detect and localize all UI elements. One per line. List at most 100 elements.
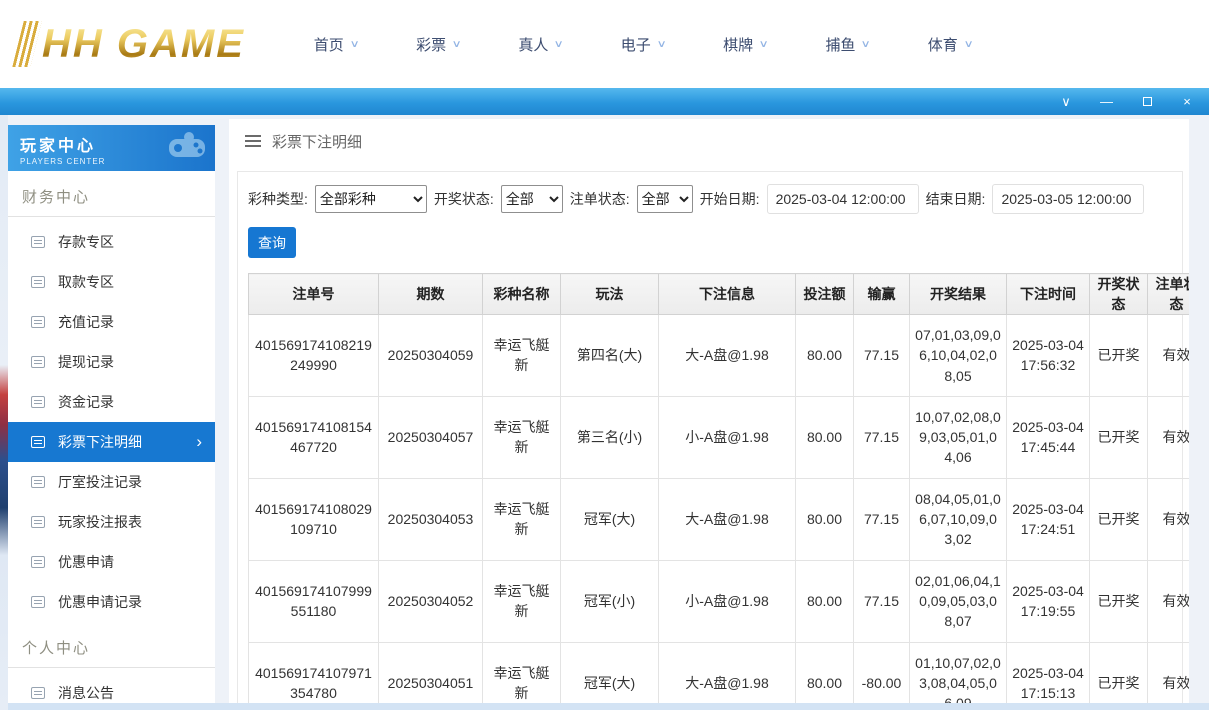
nav-item-chess[interactable]: 棋牌∨ bbox=[723, 34, 767, 55]
nav-item-label: 捕鱼 bbox=[825, 34, 855, 55]
nav-item-fishing[interactable]: 捕鱼∨ bbox=[825, 34, 869, 55]
window-minimize-button[interactable]: — bbox=[1100, 95, 1113, 108]
breadcrumb: 彩票下注明细 bbox=[229, 119, 1189, 163]
bets-table: 注单号期数彩种名称玩法下注信息投注额输赢开奖结果下注时间开奖状态注单状态 401… bbox=[248, 273, 1189, 710]
end-date-input[interactable] bbox=[992, 184, 1144, 214]
logo-text: HH GAME bbox=[42, 22, 245, 67]
sidebar-item-withdraw[interactable]: 取款专区 bbox=[8, 262, 215, 302]
table-cell: 冠军(小) bbox=[561, 560, 659, 642]
lottery-type-label: 彩种类型: bbox=[248, 189, 308, 209]
table-header-cell: 注单号 bbox=[249, 274, 379, 315]
sidebar-item-player-bet-report[interactable]: 玩家投注报表 bbox=[8, 502, 215, 542]
table-cell: 20250304053 bbox=[379, 478, 483, 560]
window-maximize-button[interactable] bbox=[1141, 95, 1153, 108]
table-cell: 401569174108154467720 bbox=[249, 396, 379, 478]
gamepad-icon bbox=[167, 131, 207, 161]
table-cell: 80.00 bbox=[796, 396, 854, 478]
sidebar-item-label: 资金记录 bbox=[58, 392, 114, 412]
table-cell: 20250304051 bbox=[379, 642, 483, 710]
start-date-label: 开始日期: bbox=[700, 189, 760, 209]
horizontal-scrollbar-track[interactable] bbox=[8, 703, 1209, 710]
sidebar: 玩家中心 PLAYERS CENTER 财务中心存款专区取款专区充值记录提现记录… bbox=[8, 125, 215, 710]
table-cell: 07,01,03,09,06,10,04,02,08,05 bbox=[910, 315, 1007, 397]
table-cell: 有效 bbox=[1148, 642, 1190, 710]
table-row: 40156917410821924999020250304059幸运飞艇新第四名… bbox=[249, 315, 1190, 397]
sidebar-item-hall-bet-records[interactable]: 厅室投注记录 bbox=[8, 462, 215, 502]
sidebar-item-withdraw-records[interactable]: 提现记录 bbox=[8, 342, 215, 382]
table-header-cell: 开奖状态 bbox=[1090, 274, 1148, 315]
sidebar-item-deposit[interactable]: 存款专区 bbox=[8, 222, 215, 262]
nav-item-home[interactable]: 首页∨ bbox=[314, 34, 358, 55]
filter-bar: 彩种类型: 全部彩种 开奖状态: 全部 注单状态: 全部 开始日期: 结束日期: bbox=[248, 184, 1172, 214]
start-date-input[interactable] bbox=[767, 184, 919, 214]
sidebar-item-promo-apply[interactable]: 优惠申请 bbox=[8, 542, 215, 582]
table-body: 40156917410821924999020250304059幸运飞艇新第四名… bbox=[249, 315, 1190, 710]
chevron-down-icon: ∨ bbox=[759, 39, 769, 50]
sidebar-item-label: 玩家投注报表 bbox=[58, 512, 142, 532]
hamburger-menu-icon[interactable] bbox=[245, 135, 261, 147]
table-cell: 大-A盘@1.98 bbox=[659, 478, 796, 560]
table-cell: 已开奖 bbox=[1090, 315, 1148, 397]
table-cell: 02,01,06,04,10,09,05,03,08,07 bbox=[910, 560, 1007, 642]
lottery-type-select[interactable]: 全部彩种 bbox=[315, 185, 427, 213]
nav-item-slots[interactable]: 电子∨ bbox=[621, 34, 665, 55]
table-cell: 401569174107999551180 bbox=[249, 560, 379, 642]
table-header-cell: 开奖结果 bbox=[910, 274, 1007, 315]
table-cell: 20250304057 bbox=[379, 396, 483, 478]
chevron-down-icon: ∨ bbox=[349, 39, 359, 50]
draw-status-label: 开奖状态: bbox=[434, 189, 494, 209]
draw-status-select[interactable]: 全部 bbox=[501, 185, 563, 213]
site-logo[interactable]: HH GAME bbox=[18, 21, 245, 67]
sidebar-item-label: 存款专区 bbox=[58, 232, 114, 252]
sidebar-section-title: 财务中心 bbox=[8, 171, 215, 217]
sidebar-item-funds-records[interactable]: 资金记录 bbox=[8, 382, 215, 422]
search-button[interactable]: 查询 bbox=[248, 227, 296, 258]
table-header-cell: 下注时间 bbox=[1007, 274, 1090, 315]
window-body: 玩家中心 PLAYERS CENTER 财务中心存款专区取款专区充值记录提现记录… bbox=[0, 115, 1209, 710]
table-header-cell: 期数 bbox=[379, 274, 483, 315]
bet-detail-icon bbox=[31, 436, 45, 448]
sidebar-item-label: 取款专区 bbox=[58, 272, 114, 292]
table-cell: 第四名(大) bbox=[561, 315, 659, 397]
table-cell: 幸运飞艇新 bbox=[483, 560, 561, 642]
table-cell: 已开奖 bbox=[1090, 396, 1148, 478]
table-cell: 401569174108029109710 bbox=[249, 478, 379, 560]
sidebar-menu: 财务中心存款专区取款专区充值记录提现记录资金记录彩票下注明细›厅室投注记录玩家投… bbox=[8, 171, 215, 710]
table-row: 40156917410797135478020250304051幸运飞艇新冠军(… bbox=[249, 642, 1190, 710]
window-close-button[interactable]: × bbox=[1181, 95, 1193, 108]
chevron-down-icon: ∨ bbox=[656, 39, 666, 50]
nav-item-live[interactable]: 真人∨ bbox=[518, 34, 562, 55]
sidebar-item-label: 优惠申请 bbox=[58, 552, 114, 572]
nav-item-label: 彩票 bbox=[416, 34, 446, 55]
logo-stripes-icon bbox=[12, 21, 41, 67]
table-cell: 已开奖 bbox=[1090, 478, 1148, 560]
table-cell: 冠军(大) bbox=[561, 478, 659, 560]
table-header-cell: 下注信息 bbox=[659, 274, 796, 315]
table-cell: 大-A盘@1.98 bbox=[659, 642, 796, 710]
table-cell: 80.00 bbox=[796, 478, 854, 560]
table-cell: 77.15 bbox=[854, 396, 910, 478]
table-cell: 77.15 bbox=[854, 315, 910, 397]
sidebar-item-lottery-bet-details[interactable]: 彩票下注明细› bbox=[8, 422, 215, 462]
table-header-row: 注单号期数彩种名称玩法下注信息投注额输赢开奖结果下注时间开奖状态注单状态 bbox=[249, 274, 1190, 315]
table-cell: 20250304059 bbox=[379, 315, 483, 397]
sidebar-item-promo-apply-records[interactable]: 优惠申请记录 bbox=[8, 582, 215, 622]
withdraw-icon bbox=[31, 276, 45, 288]
sidebar-section-title: 个人中心 bbox=[8, 622, 215, 668]
table-cell: 幸运飞艇新 bbox=[483, 396, 561, 478]
table-row: 40156917410815446772020250304057幸运飞艇新第三名… bbox=[249, 396, 1190, 478]
funds-record-icon bbox=[31, 396, 45, 408]
table-cell: 已开奖 bbox=[1090, 642, 1148, 710]
table-cell: 2025-03-04 17:19:55 bbox=[1007, 560, 1090, 642]
table-cell: 01,10,07,02,03,08,04,05,06,09 bbox=[910, 642, 1007, 710]
table-cell: 小-A盘@1.98 bbox=[659, 396, 796, 478]
order-status-select[interactable]: 全部 bbox=[637, 185, 693, 213]
bell-icon bbox=[31, 687, 45, 699]
nav-item-sports[interactable]: 体育∨ bbox=[928, 34, 972, 55]
table-cell: 77.15 bbox=[854, 560, 910, 642]
sidebar-item-label: 彩票下注明细 bbox=[58, 432, 142, 452]
sidebar-item-recharge-records[interactable]: 充值记录 bbox=[8, 302, 215, 342]
page-title: 彩票下注明细 bbox=[272, 131, 362, 152]
window-menu-chevron-icon[interactable]: ∨ bbox=[1060, 95, 1072, 108]
nav-item-lottery[interactable]: 彩票∨ bbox=[416, 34, 460, 55]
